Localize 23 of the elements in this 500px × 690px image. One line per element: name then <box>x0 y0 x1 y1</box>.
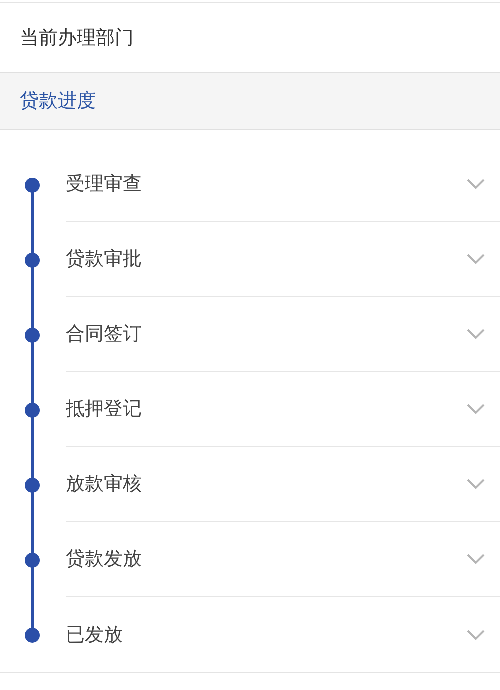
step-label: 放款审核 <box>66 472 142 497</box>
step-label: 已发放 <box>66 622 123 648</box>
step-label: 抵押登记 <box>66 397 142 422</box>
step-row[interactable]: 贷款审批 <box>66 222 500 297</box>
timeline-dot <box>25 328 40 343</box>
timeline-dot <box>25 553 40 568</box>
section-title: 贷款进度 <box>20 89 96 114</box>
timeline-dot <box>25 253 40 268</box>
step-row[interactable]: 抵押登记 <box>66 372 500 447</box>
step-row[interactable]: 合同签订 <box>66 297 500 372</box>
step-label: 贷款审批 <box>66 247 142 272</box>
timeline-dot <box>25 478 40 493</box>
step-label: 合同签订 <box>66 322 142 347</box>
step-row[interactable]: 已发放 <box>66 597 500 672</box>
timeline-dot <box>25 403 40 418</box>
step-row[interactable]: 放款审核 <box>66 447 500 522</box>
step-row[interactable]: 受理审查 <box>66 147 500 222</box>
step-label: 受理审查 <box>66 172 142 197</box>
timeline-dot <box>25 628 40 643</box>
department-label: 当前办理部门 <box>20 26 134 50</box>
step-row[interactable]: 贷款发放 <box>66 522 500 597</box>
step-label: 贷款发放 <box>66 547 142 572</box>
timeline-dot <box>25 178 40 193</box>
